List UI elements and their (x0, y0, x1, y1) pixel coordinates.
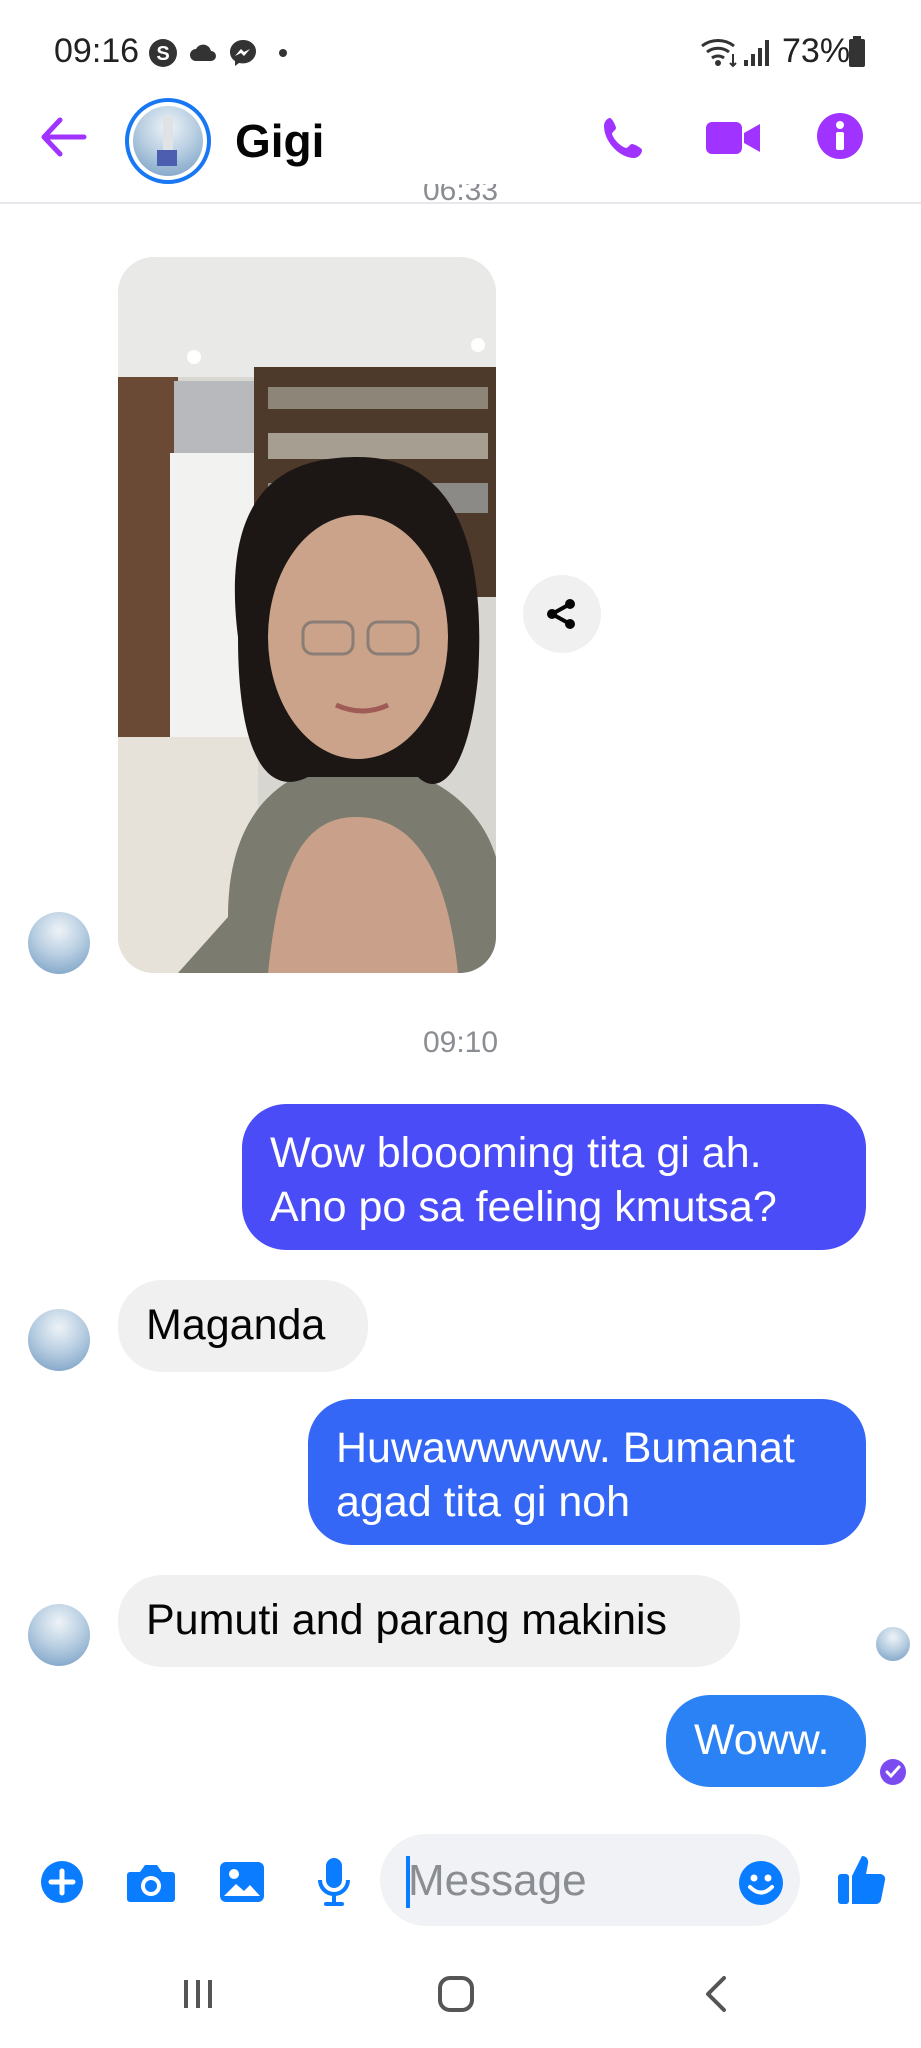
sender-avatar[interactable] (28, 1604, 90, 1666)
microphone-icon[interactable] (316, 1856, 352, 1908)
share-icon (547, 599, 575, 629)
back-arrow-icon[interactable] (38, 112, 88, 162)
message-field[interactable] (380, 1834, 800, 1926)
recent-apps-icon[interactable] (178, 1976, 218, 2012)
message-timestamp: 09:10 (422, 1026, 499, 1059)
video-call-icon[interactable] (704, 118, 762, 158)
share-button[interactable] (523, 575, 601, 653)
message-input[interactable] (406, 1854, 710, 1908)
thumbs-up-icon[interactable] (836, 1852, 886, 1906)
status-bar: 09:16 S 73% (0, 0, 921, 100)
sender-avatar[interactable] (28, 1309, 90, 1371)
camera-icon[interactable] (126, 1860, 176, 1904)
battery-percent: 73% (782, 32, 851, 70)
messenger-icon (230, 40, 256, 66)
info-icon[interactable] (816, 112, 864, 160)
phone-call-icon[interactable] (600, 114, 648, 162)
contact-avatar[interactable] (125, 98, 211, 184)
home-icon[interactable] (436, 1974, 476, 2014)
sent-message[interactable]: Huwawwwww. Bumanat agad tita gi noh (308, 1399, 866, 1545)
delivered-check-icon (880, 1759, 906, 1785)
back-nav-icon[interactable] (700, 1974, 734, 2014)
dot-icon (279, 49, 287, 57)
received-message[interactable]: Pumuti and parang makinis (118, 1575, 740, 1667)
svg-text:S: S (156, 43, 169, 65)
signal-icon (744, 40, 769, 66)
sender-avatar[interactable] (28, 912, 90, 974)
sent-message[interactable]: Woww. (666, 1695, 866, 1787)
sent-message[interactable]: Wow bloooming tita gi ah. Ano po sa feel… (242, 1104, 866, 1250)
battery-icon (849, 36, 865, 67)
gallery-icon[interactable] (218, 1860, 266, 1904)
status-time: 09:16 (54, 32, 140, 70)
received-message[interactable]: Maganda (118, 1280, 368, 1372)
plus-icon[interactable] (40, 1860, 84, 1904)
wifi-icon (701, 39, 737, 68)
previous-timestamp: 06:33 (422, 184, 499, 207)
contact-name[interactable]: Gigi (235, 114, 324, 168)
emoji-icon[interactable] (738, 1860, 784, 1906)
cloud-icon (190, 44, 216, 61)
shared-photo[interactable] (118, 257, 496, 973)
text-caret (406, 1856, 410, 1908)
seen-avatar (876, 1627, 910, 1661)
skype-icon: S (149, 39, 177, 67)
